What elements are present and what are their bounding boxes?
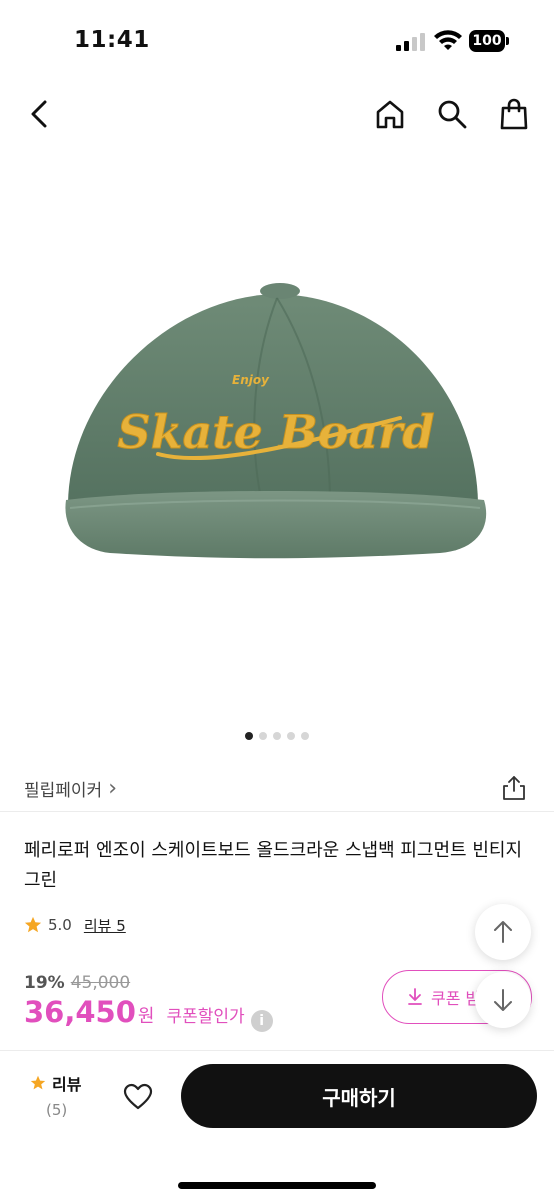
discount-line: 19% 45,000 — [24, 973, 374, 993]
original-price: 45,000 — [70, 973, 131, 993]
green-cap-image: Enjoy Skate Board — [65, 283, 487, 559]
product-title: 페리로퍼 엔조이 스케이트보드 올드크라운 스냅백 피그먼트 빈티지 그린 — [24, 840, 523, 891]
cellular-signal-icon — [396, 33, 425, 51]
share-icon[interactable] — [500, 774, 528, 802]
wifi-icon — [434, 30, 462, 50]
review-summary-label: 리뷰 — [52, 1075, 82, 1094]
heart-icon — [123, 1083, 153, 1110]
status-bar: 11:41 100 — [0, 0, 554, 80]
download-icon — [408, 988, 422, 1005]
currency-label: 원 — [137, 1006, 155, 1027]
review-summary[interactable]: 리뷰 (5) — [30, 1071, 90, 1119]
carousel-dot[interactable] — [245, 732, 253, 740]
arrow-up-icon — [494, 921, 512, 943]
cap-text-small: Enjoy — [232, 373, 270, 387]
battery-icon: 100 — [469, 30, 509, 52]
price-block: 19% 45,000 36,450 원 쿠폰할인가 i — [24, 973, 374, 1032]
buy-button[interactable]: 구매하기 — [181, 1064, 537, 1128]
brand-row: 필립페이커 › — [0, 762, 554, 812]
coupon-price-label: 쿠폰할인가 — [166, 1007, 245, 1027]
arrow-down-icon — [494, 989, 512, 1011]
status-time: 11:41 — [74, 27, 150, 53]
coupon-button-label: 쿠폰 받 — [431, 989, 481, 1008]
search-icon — [438, 100, 467, 129]
product-image[interactable]: Enjoy Skate Board — [0, 148, 554, 723]
bottom-action-bar: 리뷰 (5) 구매하기 — [0, 1050, 554, 1200]
carousel-dot[interactable] — [259, 732, 267, 740]
info-icon[interactable]: i — [250, 1010, 273, 1032]
search-button[interactable] — [432, 94, 472, 134]
brand-link[interactable]: 필립페이커 › — [24, 776, 117, 801]
carousel-indicator — [0, 732, 554, 744]
wishlist-button[interactable] — [120, 1079, 156, 1115]
home-icon — [376, 100, 404, 129]
sale-price: 36,450 — [24, 995, 136, 1029]
scroll-top-button[interactable] — [475, 904, 531, 960]
carousel-dot[interactable] — [287, 732, 295, 740]
back-button[interactable] — [20, 94, 60, 134]
rating-value: 5.0 — [48, 916, 72, 934]
star-icon — [24, 916, 42, 933]
review-count: (5) — [46, 1101, 68, 1119]
chevron-left-icon — [31, 100, 47, 128]
carousel-dot[interactable] — [273, 732, 281, 740]
star-icon — [30, 1075, 46, 1090]
discount-rate: 19% — [24, 973, 65, 993]
brand-name: 필립페이커 — [24, 781, 103, 801]
nav-bar — [0, 82, 554, 146]
review-link[interactable]: 리뷰 5 — [84, 915, 126, 936]
chevron-right-icon: › — [108, 775, 118, 801]
home-button[interactable] — [370, 94, 410, 134]
rating-row: 5.0 리뷰 5 — [24, 912, 126, 938]
shopping-bag-button[interactable] — [494, 94, 534, 134]
sale-line: 36,450 원 쿠폰할인가 i — [24, 995, 374, 1032]
home-indicator — [178, 1182, 376, 1189]
cap-text-main: Skate Board — [117, 405, 434, 459]
shopping-bag-icon — [500, 98, 528, 130]
carousel-dot[interactable] — [301, 732, 309, 740]
battery-level: 100 — [469, 30, 505, 52]
scroll-bottom-button[interactable] — [475, 972, 531, 1028]
